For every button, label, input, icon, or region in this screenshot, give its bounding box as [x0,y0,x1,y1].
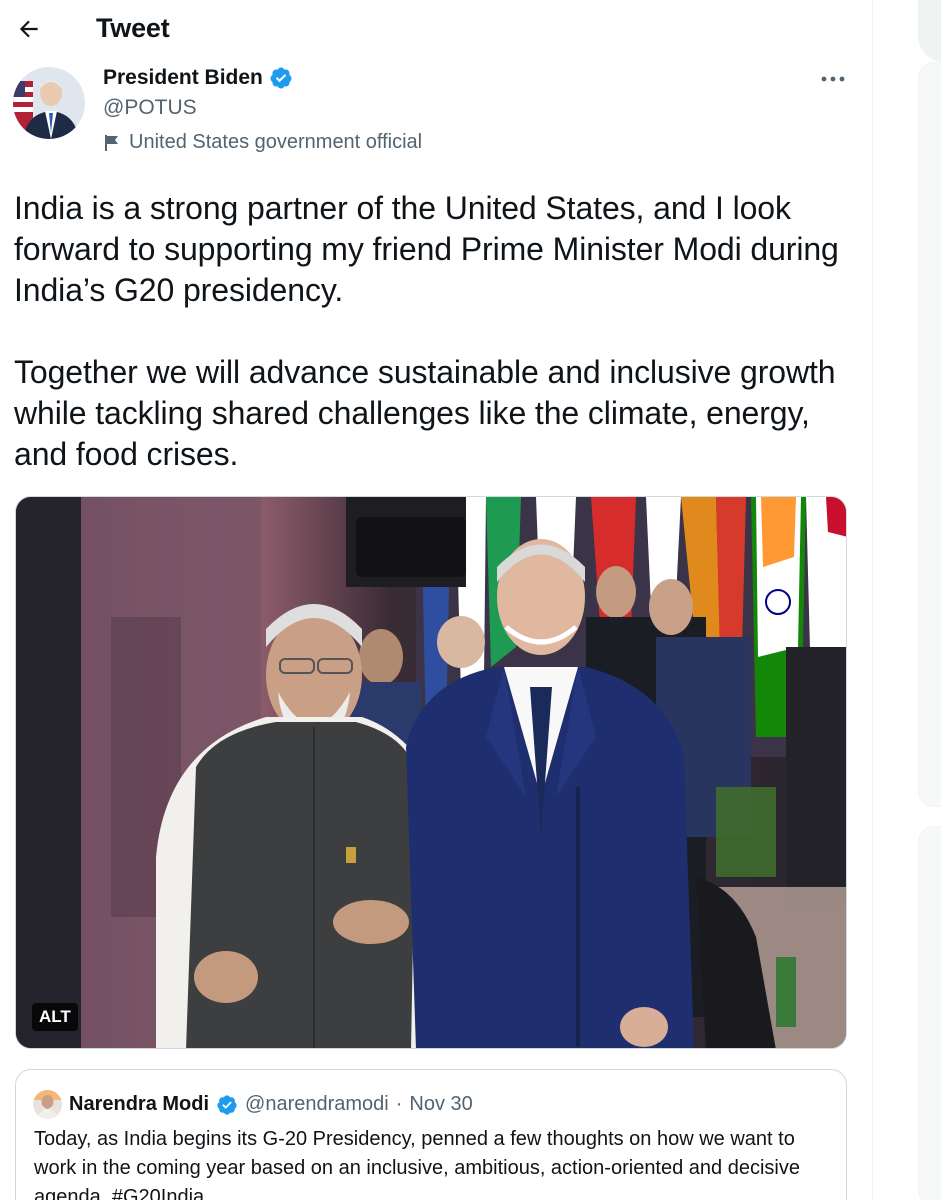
flag-icon [105,134,118,151]
alt-text-badge[interactable]: ALT [32,1003,78,1031]
quoted-author-avatar [33,1090,62,1119]
quoted-tweet-header: Narendra Modi @narendramodi · Nov 30 [33,1090,473,1119]
quoted-author-name: Narendra Modi [69,1093,210,1115]
quoted-tweet[interactable]: Narendra Modi @narendramodi · Nov 30 Tod… [15,1069,847,1200]
government-label-text: United States government official [129,131,423,153]
separator-dot: · [395,1093,403,1115]
sidebar-card [918,826,941,1200]
government-label: United States government official [103,131,422,154]
author-avatar[interactable] [13,67,85,139]
quoted-author-handle: @narendramodi [245,1093,389,1115]
more-options-button[interactable] [813,62,853,96]
author-name[interactable]: President Biden [103,66,263,90]
page-title: Tweet [96,13,170,43]
sidebar-card [918,62,941,807]
tweet-photo[interactable] [15,496,847,1049]
author-name-row: President Biden [103,66,293,90]
tweet-text: India is a strong partner of the United … [14,190,839,472]
verified-badge-icon [217,1094,237,1115]
page-header: Tweet [0,0,872,62]
author-handle[interactable]: @POTUS [103,96,197,120]
quoted-tweet-text: Today, as India begins its G-20 Presiden… [34,1128,800,1200]
verified-badge-icon [270,67,292,89]
quoted-tweet-date: Nov 30 [409,1093,473,1115]
back-button[interactable] [10,10,48,48]
tweet-detail-column: Tweet President Biden @POTUS United Stat… [0,0,872,1200]
more-horizontal-icon [821,76,845,82]
arrow-left-icon [19,20,38,38]
